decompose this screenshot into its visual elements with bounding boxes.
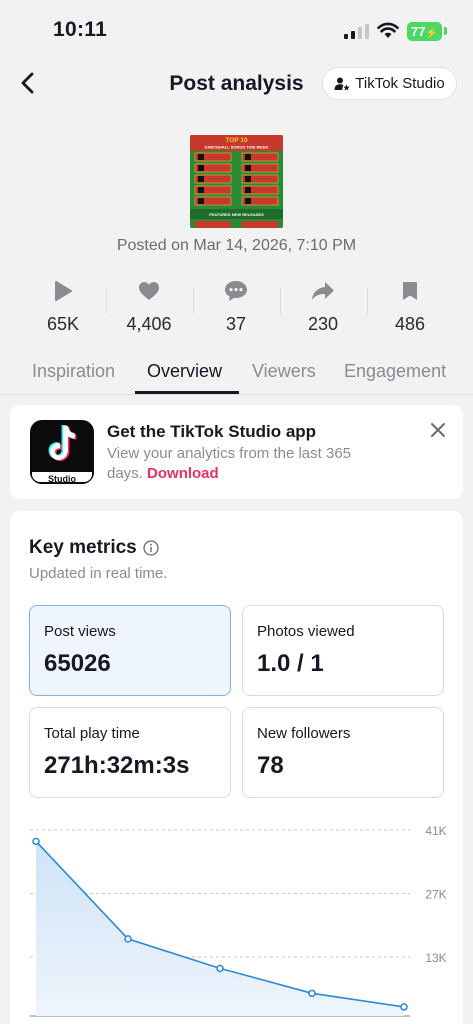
chart-data-point xyxy=(400,1003,408,1011)
comment-icon xyxy=(225,281,247,301)
heart-icon xyxy=(139,282,159,300)
metric-value: 1.0 / 1 xyxy=(257,650,324,677)
tab-engagement[interactable]: Engagement xyxy=(344,361,446,382)
close-banner-button[interactable] xyxy=(429,421,447,439)
chart-area-fill xyxy=(36,841,404,1016)
post-views-chart: 41K 27K 13K xyxy=(30,824,447,1017)
metric-value: 78 xyxy=(257,752,284,779)
stat-plays-value: 65K xyxy=(46,314,80,334)
metric-label: Total play time xyxy=(44,725,140,742)
metric-total-play-time[interactable]: Total play time 271h:32m:3s xyxy=(29,707,231,798)
stat-plays: 65K xyxy=(23,276,103,335)
status-time: 10:11 xyxy=(53,18,108,41)
metric-value: 65026 xyxy=(44,650,111,677)
metric-label: New followers xyxy=(257,725,351,742)
stat-saves: 486 xyxy=(370,276,450,335)
stat-divider xyxy=(193,288,194,314)
battery-level: 77 xyxy=(411,24,426,39)
chart-y-tick-label: 27K xyxy=(425,888,446,902)
app-icon-label: Studio xyxy=(30,470,94,484)
key-metrics-title: Key metrics xyxy=(29,537,137,558)
download-link[interactable]: Download xyxy=(147,465,219,482)
metric-label: Photos viewed xyxy=(257,623,355,640)
metric-new-followers[interactable]: New followers 78 xyxy=(242,707,444,798)
chart-data-point xyxy=(32,837,40,846)
cellular-signal-icon xyxy=(344,24,369,39)
thumbnail-subtitle: DANCEHALL SONGS THIS WEEK xyxy=(205,145,269,150)
thumbnail-graphic: TOP 10 DANCEHALL SONGS THIS WEEK FEATURE… xyxy=(190,135,283,228)
tab-bar: Inspiration Overview Viewers Engagement xyxy=(0,357,473,395)
key-metrics-heading: Key metrics xyxy=(29,537,159,559)
stat-divider xyxy=(280,288,281,314)
chart-data-point xyxy=(216,964,224,973)
tab-viewers[interactable]: Viewers xyxy=(252,361,316,382)
share-arrow-icon xyxy=(312,282,334,300)
stat-divider xyxy=(106,288,107,314)
stat-likes-value: 4,406 xyxy=(126,314,172,334)
battery-indicator: 77⚡ xyxy=(407,22,442,41)
stat-shares-value: 230 xyxy=(307,314,339,334)
metric-label: Post views xyxy=(44,623,116,640)
tiktok-studio-label: TikTok Studio xyxy=(355,75,445,92)
stat-comments-value: 37 xyxy=(225,314,247,334)
stat-shares: 230 xyxy=(283,276,363,335)
key-metrics-subtitle: Updated in real time. xyxy=(29,565,168,582)
tab-inspiration[interactable]: Inspiration xyxy=(32,361,115,382)
info-icon[interactable] xyxy=(143,540,159,556)
metric-post-views[interactable]: Post views 65026 xyxy=(29,605,231,696)
banner-description-text: View your analytics from the last 365 da… xyxy=(107,445,352,482)
posted-date: Posted on Mar 14, 2026, 7:10 PM xyxy=(116,237,357,254)
banner-title: Get the TikTok Studio app xyxy=(107,422,317,441)
tiktok-logo-icon xyxy=(48,425,77,461)
stat-saves-value: 486 xyxy=(394,314,426,334)
stat-likes: 4,406 xyxy=(109,276,189,335)
chart-data-point xyxy=(308,989,316,998)
banner-description: View your analytics from the last 365 da… xyxy=(107,444,387,484)
play-icon xyxy=(55,281,72,301)
chart-data-point xyxy=(124,935,132,943)
thumbnail-title: TOP 10 xyxy=(225,137,248,144)
metric-photos-viewed[interactable]: Photos viewed 1.0 / 1 xyxy=(242,605,444,696)
thumbnail-footer: FEATURED NEW RELEASES xyxy=(209,212,264,217)
wifi-icon xyxy=(377,22,399,38)
post-thumbnail[interactable]: TOP 10 DANCEHALL SONGS THIS WEEK FEATURE… xyxy=(190,135,283,228)
battery-cap xyxy=(444,27,447,35)
stat-comments: 37 xyxy=(196,276,276,335)
tab-overview[interactable]: Overview xyxy=(147,361,222,382)
active-tab-indicator xyxy=(135,391,239,394)
tiktok-studio-button[interactable]: TikTok Studio xyxy=(322,67,457,100)
chart-y-tick-label: 13K xyxy=(425,951,446,965)
chart-y-tick-label: 41K xyxy=(425,824,446,838)
tiktok-studio-app-icon: Studio xyxy=(30,420,94,484)
metric-value: 271h:32m:3s xyxy=(44,752,190,779)
stat-divider xyxy=(367,288,368,314)
bookmark-icon xyxy=(403,282,417,300)
person-star-icon xyxy=(334,77,350,90)
